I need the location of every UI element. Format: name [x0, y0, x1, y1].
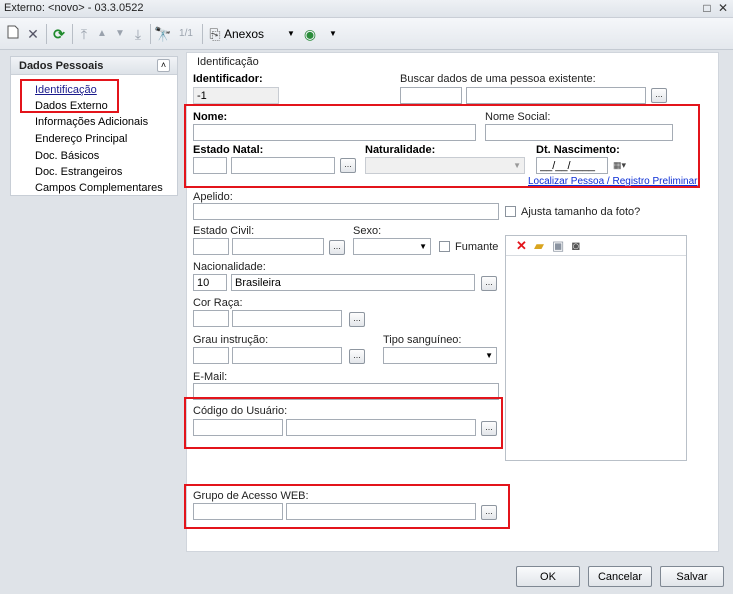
refresh-icon[interactable]: ⟳	[50, 25, 68, 43]
photo-toolbar: ✕ ▰ ▣ ◙	[506, 236, 686, 256]
ajusta-foto-checkbox[interactable]	[505, 206, 516, 217]
toolbar-separator	[72, 24, 73, 44]
highlight-box	[184, 484, 510, 529]
cor-raca-lookup-button[interactable]: ...	[349, 312, 365, 327]
apelido-label: Apelido:	[193, 191, 233, 203]
sexo-label: Sexo:	[353, 225, 382, 237]
email-label: E-Mail:	[193, 371, 228, 383]
sidebar-item-endereco-principal[interactable]: Endereço Principal	[35, 133, 127, 145]
chevron-down-icon[interactable]: ▼	[328, 25, 338, 43]
restore-icon[interactable]: □	[700, 1, 714, 15]
save-icon[interactable]: ▣	[552, 238, 564, 253]
highlight-box	[20, 79, 119, 113]
estado-civil-name-field[interactable]	[232, 238, 324, 255]
grau-instrucao-label: Grau instrução:	[193, 334, 269, 346]
identificador-field[interactable]	[193, 87, 279, 104]
buscar-label: Buscar dados de uma pessoa existente:	[400, 73, 596, 85]
grau-instrucao-code-field[interactable]	[193, 347, 229, 364]
fumante-label: Fumante	[455, 241, 499, 253]
toolbar-separator	[46, 24, 47, 44]
sidebar-header: Dados Pessoais ˄	[11, 57, 177, 75]
buscar-lookup-button[interactable]: ...	[651, 88, 667, 103]
sidebar-item-informacoes-adicionais[interactable]: Informações Adicionais	[35, 116, 148, 128]
paperclip-icon[interactable]: ⎘	[208, 25, 222, 43]
nacionalidade-code-field[interactable]	[193, 274, 227, 291]
estado-civil-code-field[interactable]	[193, 238, 229, 255]
buscar-name-field[interactable]	[466, 87, 646, 104]
identificador-label: Identificador:	[193, 73, 263, 85]
grau-instrucao-lookup-button[interactable]: ...	[349, 349, 365, 364]
open-folder-icon[interactable]: ▰	[534, 238, 544, 253]
chevron-down-icon: ▼	[485, 351, 493, 360]
tipo-sanguineo-label: Tipo sanguíneo:	[383, 334, 462, 346]
nacionalidade-name-field[interactable]	[231, 274, 475, 291]
sidebar-item-campos-complementares[interactable]: Campos Complementares	[35, 182, 163, 194]
highlight-box	[184, 104, 700, 188]
window-titlebar: Externo: <novo> - 03.3.0522 □ ✕	[0, 0, 733, 18]
buscar-code-field[interactable]	[400, 87, 462, 104]
toolbar: ✕ ⟳ ⤒ ▲ ▼ ⤓ 🔭 1/1 ⎘ Anexos ▼ ◉ ▼	[0, 18, 733, 50]
ok-button[interactable]: OK	[516, 566, 580, 587]
sexo-select[interactable]: ▼	[353, 238, 431, 255]
binoculars-icon[interactable]: 🔭	[154, 25, 172, 43]
previous-record-icon[interactable]: ▲	[94, 25, 110, 43]
new-document-icon[interactable]	[6, 25, 20, 43]
cor-raca-code-field[interactable]	[193, 310, 229, 327]
toolbar-separator	[150, 24, 151, 44]
sidebar-title: Dados Pessoais	[19, 60, 104, 72]
tipo-sanguineo-select[interactable]: ▼	[383, 347, 497, 364]
highlight-box	[184, 397, 503, 449]
last-record-icon[interactable]: ⤓	[130, 25, 146, 43]
cor-raca-label: Cor Raça:	[193, 297, 243, 309]
section-title: Identificação	[197, 56, 259, 68]
globe-icon[interactable]: ◉	[302, 25, 318, 43]
close-icon[interactable]: ✕	[716, 1, 730, 15]
ajusta-foto-label: Ajusta tamanho da foto?	[521, 206, 641, 218]
photo-panel: ✕ ▰ ▣ ◙	[505, 235, 687, 461]
toolbar-separator	[202, 24, 203, 44]
cancelar-button[interactable]: Cancelar	[588, 566, 652, 587]
window-title: Externo: <novo> - 03.3.0522	[4, 2, 144, 14]
first-record-icon[interactable]: ⤒	[76, 25, 92, 43]
salvar-button[interactable]: Salvar	[660, 566, 724, 587]
next-record-icon[interactable]: ▼	[112, 25, 128, 43]
estado-civil-label: Estado Civil:	[193, 225, 255, 237]
chevron-down-icon[interactable]: ▼	[286, 25, 296, 43]
estado-civil-lookup-button[interactable]: ...	[329, 240, 345, 255]
chevron-down-icon: ▼	[419, 242, 427, 251]
nacionalidade-lookup-button[interactable]: ...	[481, 276, 497, 291]
collapse-icon[interactable]: ˄	[157, 59, 170, 72]
sidebar: Dados Pessoais ˄ Identificação Dados Ext…	[10, 56, 178, 196]
page-counter: 1/1	[179, 28, 193, 39]
webcam-icon[interactable]: ◙	[572, 238, 580, 253]
delete-icon[interactable]: ✕	[24, 25, 42, 43]
nacionalidade-label: Nacionalidade:	[193, 261, 266, 273]
cor-raca-name-field[interactable]	[232, 310, 342, 327]
grau-instrucao-name-field[interactable]	[232, 347, 342, 364]
fumante-checkbox[interactable]	[439, 241, 450, 252]
sidebar-item-doc-estrangeiros[interactable]: Doc. Estrangeiros	[35, 166, 122, 178]
apelido-field[interactable]	[193, 203, 499, 220]
sidebar-item-doc-basicos[interactable]: Doc. Básicos	[35, 150, 99, 162]
remove-photo-icon[interactable]: ✕	[516, 238, 527, 253]
attachments-button[interactable]: Anexos	[224, 25, 264, 43]
